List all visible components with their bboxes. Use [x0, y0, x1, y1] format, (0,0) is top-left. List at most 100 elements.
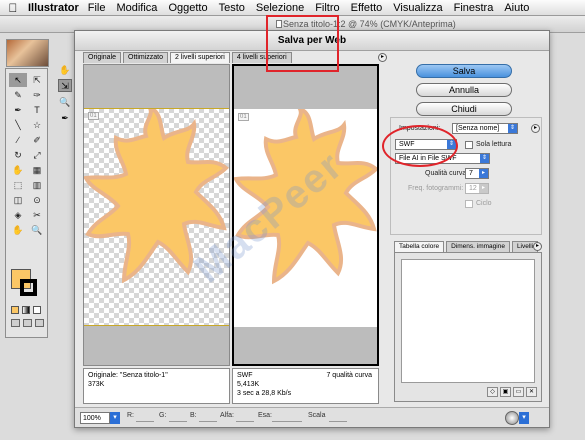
hex-label: Esa: — [258, 412, 273, 419]
direct-selection-tool-icon[interactable]: ⇱ — [28, 73, 46, 87]
color-table-panel: ◇ ▣ ▭ ✕ — [394, 252, 542, 402]
line-tool-icon[interactable]: ╲ — [9, 118, 27, 132]
blue-value — [199, 412, 217, 422]
curve-quality-label: Qualità curva: — [425, 170, 469, 177]
menu-testo[interactable]: Testo — [219, 2, 245, 14]
index-value — [329, 412, 347, 422]
green-label: G: — [159, 412, 167, 419]
new-color-icon[interactable]: ▭ — [513, 387, 524, 397]
red-value — [136, 412, 154, 422]
original-name: Originale: "Senza titolo-1" — [88, 372, 168, 379]
zoom-dropdown-icon[interactable]: ▾ — [110, 412, 120, 424]
pane-bottom-band — [84, 326, 229, 365]
eyedropper-tool-icon[interactable]: ✒ — [58, 111, 72, 124]
original-preview-pane[interactable]: 01 — [83, 64, 230, 366]
fill-stroke-swatches — [5, 262, 48, 332]
apple-icon[interactable]:  — [4, 1, 22, 15]
cancel-button[interactable]: Annulla — [416, 83, 512, 97]
slice-badge: 01 — [88, 112, 99, 120]
menu-bar:  Illustrator File Modifica Oggetto Test… — [0, 0, 585, 16]
none-mode-icon[interactable] — [33, 306, 41, 314]
tab-optimized[interactable]: Ottimizzato — [123, 52, 169, 63]
browser-dropdown-icon[interactable]: ▾ — [519, 412, 529, 424]
lock-color-icon[interactable]: ▣ — [500, 387, 511, 397]
preview-tabs: Originale Ottimizzato 2 livelli superior… — [83, 52, 294, 63]
tools-grid: ↖ ⇱ ✎ ✑ ✒ T ╲ ☆ ∕ ✐ ↻ ⤢ ✋ ▦ ⬚ ▥ ◫ ⊙ ◈ ✂ … — [9, 73, 46, 237]
color-table-well[interactable] — [401, 259, 535, 383]
optimized-size: 5,413K — [237, 381, 260, 388]
menu-finestra[interactable]: Finestra — [454, 2, 494, 14]
scale-tool-icon[interactable]: ⤢ — [28, 148, 46, 162]
menu-effetto[interactable]: Effetto — [351, 2, 383, 14]
type-tool-icon[interactable]: T — [28, 103, 46, 117]
settings-menu-icon[interactable]: ▸ — [531, 124, 540, 133]
menu-aiuto[interactable]: Aiuto — [504, 2, 529, 14]
read-only-label: Sola lettura — [476, 141, 512, 148]
eyedropper-tool-icon[interactable]: ◫ — [9, 193, 27, 207]
zoom-tool-icon[interactable]: 🔍 — [28, 223, 46, 237]
tab-color-table[interactable]: Tabella colore — [394, 241, 445, 252]
preview-menu-icon[interactable]: ▸ — [378, 53, 387, 62]
save-for-web-dialog: Salva per Web Originale Ottimizzato 2 li… — [58, 30, 550, 428]
optimized-preview-pane[interactable]: 01 — [232, 64, 379, 366]
read-only-checkbox[interactable] — [465, 141, 473, 149]
annotation-rectangle — [266, 15, 339, 72]
stroke-swatch[interactable] — [20, 279, 37, 296]
preset-select[interactable]: [Senza nome] ⇕ — [452, 123, 518, 134]
scissors-tool-icon[interactable]: ✂ — [28, 208, 46, 222]
full-screen-menu-icon[interactable] — [23, 319, 32, 327]
menu-app-name[interactable]: Illustrator — [28, 2, 79, 14]
standard-screen-icon[interactable] — [11, 319, 20, 327]
dialog-tools: ✋ ⇲ 🔍 ✒ — [58, 63, 74, 124]
lasso-tool-icon[interactable]: ✑ — [28, 88, 46, 102]
gradient-mode-icon[interactable] — [22, 306, 30, 314]
pencil-tool-icon[interactable]: ✐ — [28, 133, 46, 147]
color-panel-menu-icon[interactable]: ▸ — [533, 242, 542, 251]
chevron-down-icon: ⇕ — [480, 154, 489, 163]
chevron-down-icon: ⇕ — [508, 124, 517, 133]
menu-modifica[interactable]: Modifica — [116, 2, 157, 14]
magic-wand-tool-icon[interactable]: ✎ — [9, 88, 27, 102]
rotate-tool-icon[interactable]: ↻ — [9, 148, 27, 162]
red-label: R: — [127, 412, 134, 419]
menu-file[interactable]: File — [88, 2, 106, 14]
warp-tool-icon[interactable]: ✋ — [9, 163, 27, 177]
pane-bottom-band — [234, 327, 377, 364]
tab-original[interactable]: Originale — [83, 52, 122, 63]
menu-selezione[interactable]: Selezione — [256, 2, 304, 14]
paintbrush-tool-icon[interactable]: ∕ — [9, 133, 27, 147]
artboard-top-edge — [84, 108, 229, 109]
save-button[interactable]: Salva — [416, 64, 512, 78]
full-screen-icon[interactable] — [35, 319, 44, 327]
mesh-tool-icon[interactable]: ⬚ — [9, 178, 27, 192]
zoom-field[interactable]: 100% — [80, 412, 110, 424]
frame-rate-label: Freq. fotogrammi: — [408, 185, 464, 192]
menu-filtro[interactable]: Filtro — [315, 2, 339, 14]
slice-tool-icon[interactable]: ◈ — [9, 208, 27, 222]
graph-tool-icon[interactable]: ▦ — [28, 163, 46, 177]
zoom-tool-icon[interactable]: 🔍 — [58, 95, 72, 108]
blend-tool-icon[interactable]: ⊙ — [28, 193, 46, 207]
optimized-quality: 7 qualità curva — [326, 372, 372, 379]
slice-select-tool-icon[interactable]: ⇲ — [58, 79, 72, 92]
original-info-box: Originale: "Senza titolo-1" 373K — [83, 368, 230, 404]
menu-oggetto[interactable]: Oggetto — [168, 2, 207, 14]
color-mode-icon[interactable] — [11, 306, 19, 314]
preview-in-browser-icon[interactable] — [505, 411, 519, 425]
web-snap-icon[interactable]: ◇ — [487, 387, 498, 397]
color-table-actions: ◇ ▣ ▭ ✕ — [487, 387, 537, 397]
menu-visualizza[interactable]: Visualizza — [393, 2, 442, 14]
curve-quality-input[interactable]: 7 ▸ — [465, 168, 489, 179]
gradient-tool-icon[interactable]: ▥ — [28, 178, 46, 192]
pen-tool-icon[interactable]: ✒ — [9, 103, 27, 117]
hand-tool-icon[interactable]: ✋ — [9, 223, 27, 237]
chevron-right-icon: ▸ — [479, 184, 488, 193]
tab-image-size[interactable]: Dimens. immagine — [446, 241, 510, 252]
close-button[interactable]: Chiudi — [416, 102, 512, 116]
tab-2-up[interactable]: 2 livelli superiori — [170, 52, 230, 63]
star-tool-icon[interactable]: ☆ — [28, 118, 46, 132]
selection-tool-icon[interactable]: ↖ — [9, 73, 27, 87]
trash-icon[interactable]: ✕ — [526, 387, 537, 397]
curve-quality-value: 7 — [469, 170, 473, 177]
hand-tool-icon[interactable]: ✋ — [58, 63, 72, 76]
